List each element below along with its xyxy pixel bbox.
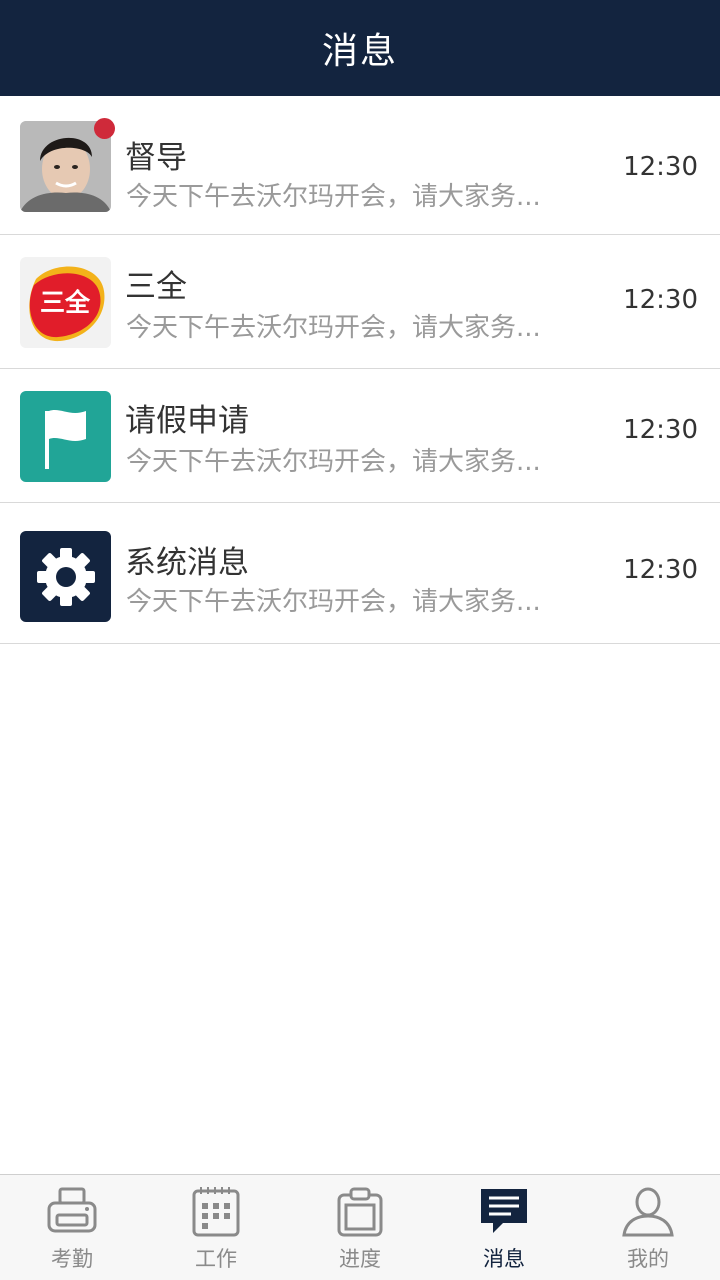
message-sender: 系统消息	[125, 545, 249, 581]
unread-badge	[94, 118, 115, 139]
tab-label: 我的	[627, 1247, 669, 1271]
clipboard-icon	[337, 1187, 383, 1237]
message-sender: 请假申请	[125, 403, 249, 439]
message-list: 督导 今天下午去沃尔玛开会，请大家务... 12:30 三全 三全 今天下午去沃…	[0, 96, 720, 644]
flag-icon	[20, 391, 111, 482]
message-preview: 今天下午去沃尔玛开会，请大家务...	[126, 313, 541, 343]
tab-progress[interactable]: 进度	[288, 1175, 432, 1280]
tab-attendance[interactable]: 考勤	[0, 1175, 144, 1280]
user-icon	[622, 1187, 674, 1237]
tab-label: 进度	[339, 1247, 381, 1271]
message-sender: 督导	[125, 140, 187, 176]
tab-messages[interactable]: 消息	[432, 1175, 576, 1280]
tab-label: 考勤	[51, 1247, 93, 1271]
message-item-sanquan[interactable]: 三全 三全 今天下午去沃尔玛开会，请大家务... 12:30	[0, 235, 720, 369]
tab-label: 消息	[483, 1247, 525, 1271]
message-item-system[interactable]: 系统消息 今天下午去沃尔玛开会，请大家务... 12:30	[0, 503, 720, 644]
message-time: 12:30	[623, 285, 698, 315]
page-title: 消息	[321, 31, 398, 72]
message-item-dudao[interactable]: 督导 今天下午去沃尔玛开会，请大家务... 12:30	[0, 96, 720, 235]
message-time: 12:30	[623, 152, 698, 182]
calendar-icon	[192, 1187, 240, 1237]
message-sender: 三全	[125, 269, 187, 305]
message-preview: 今天下午去沃尔玛开会，请大家务...	[126, 182, 541, 212]
printer-icon	[47, 1187, 97, 1233]
top-bar: 消息	[0, 0, 720, 96]
message-preview: 今天下午去沃尔玛开会，请大家务...	[126, 447, 541, 477]
message-preview: 今天下午去沃尔玛开会，请大家务...	[126, 587, 541, 617]
tab-me[interactable]: 我的	[576, 1175, 720, 1280]
bottom-tab-bar: 考勤 工作 进度 消息 我的	[0, 1174, 720, 1280]
message-time: 12:30	[623, 555, 698, 585]
message-item-leave-request[interactable]: 请假申请 今天下午去沃尔玛开会，请大家务... 12:30	[0, 369, 720, 503]
message-time: 12:30	[623, 415, 698, 445]
gear-icon	[20, 531, 111, 622]
tab-work[interactable]: 工作	[144, 1175, 288, 1280]
tab-label: 工作	[195, 1247, 237, 1271]
sanquan-logo-text: 三全	[40, 288, 91, 317]
sanquan-logo-icon: 三全	[20, 257, 111, 348]
message-icon	[481, 1189, 527, 1233]
